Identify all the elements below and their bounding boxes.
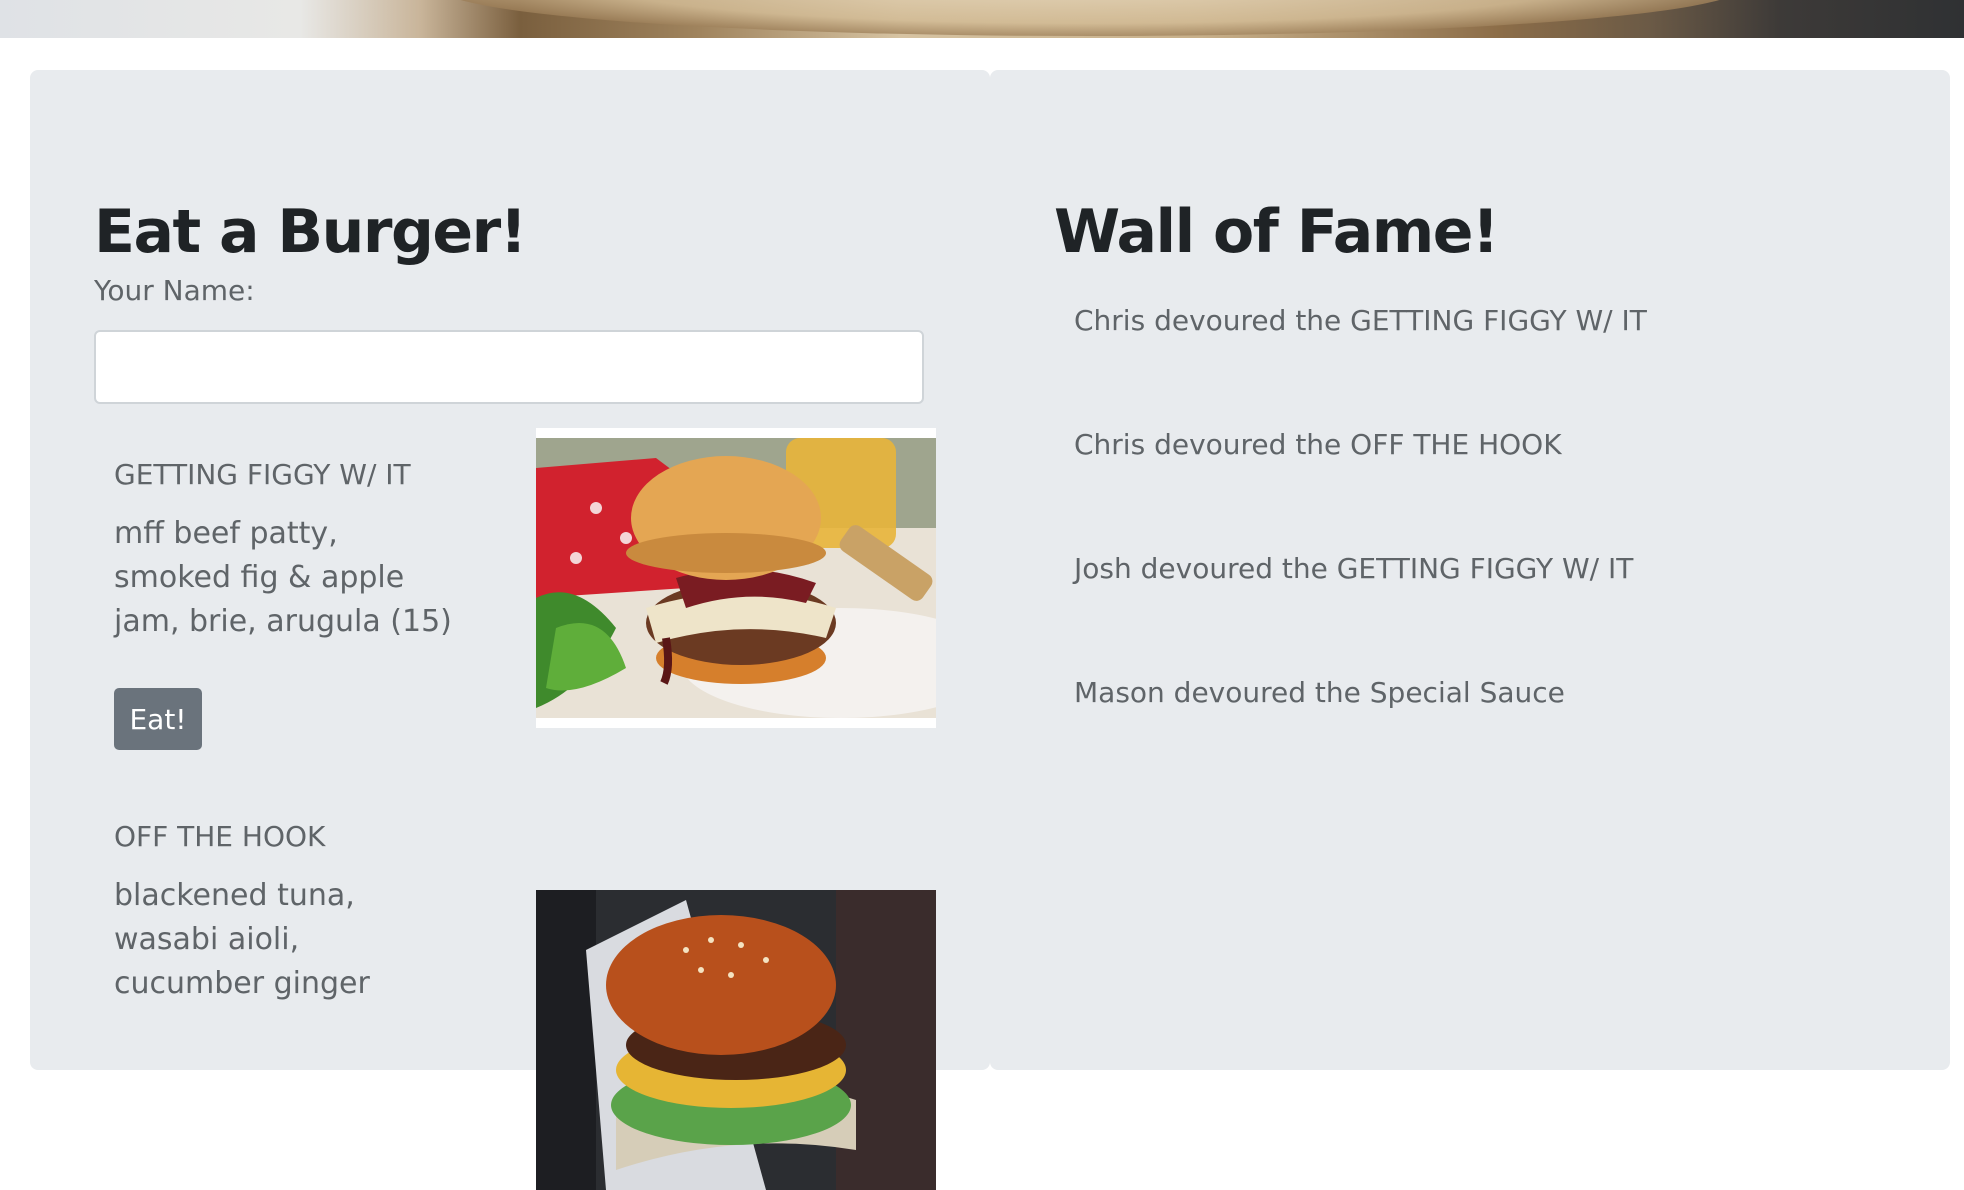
burger-description: blackened tuna, wasabi aioli, cucumber g…	[114, 878, 370, 1001]
burger-description: mff beef patty, smoked fig & apple jam, …	[114, 516, 452, 639]
wall-of-fame-panel: Wall of Fame! Chris devoured the GETTING…	[990, 70, 1950, 1070]
eat-burger-title: Eat a Burger!	[94, 197, 527, 267]
eat-burger-panel: Eat a Burger! Your Name: GETTING FIGGY W…	[30, 70, 990, 1190]
wall-of-fame-list: Chris devoured the GETTING FIGGY W/ IT C…	[1074, 304, 1647, 800]
name-label: Your Name:	[94, 274, 255, 307]
name-input[interactable]	[94, 330, 924, 404]
wall-of-fame-entry: Chris devoured the GETTING FIGGY W/ IT	[1074, 304, 1647, 337]
wall-of-fame-entry: Chris devoured the OFF THE HOOK	[1074, 428, 1562, 461]
hero-banner-image	[0, 0, 1964, 38]
wall-of-fame-entry: Josh devoured the GETTING FIGGY W/ IT	[1074, 552, 1634, 585]
hero-plate-graphic	[440, 0, 1740, 36]
eat-button[interactable]: Eat!	[114, 688, 202, 750]
wall-of-fame-entry: Mason devoured the Special Sauce	[1074, 676, 1565, 709]
burger-photo-icon	[536, 438, 936, 728]
burger-name: OFF THE HOOK	[114, 820, 326, 853]
burger-photo-icon	[536, 890, 936, 1190]
burger-name: GETTING FIGGY W/ IT	[114, 458, 411, 491]
burger-photo	[536, 428, 936, 728]
burger-photo	[536, 890, 936, 1190]
wall-of-fame-title: Wall of Fame!	[1054, 197, 1499, 267]
